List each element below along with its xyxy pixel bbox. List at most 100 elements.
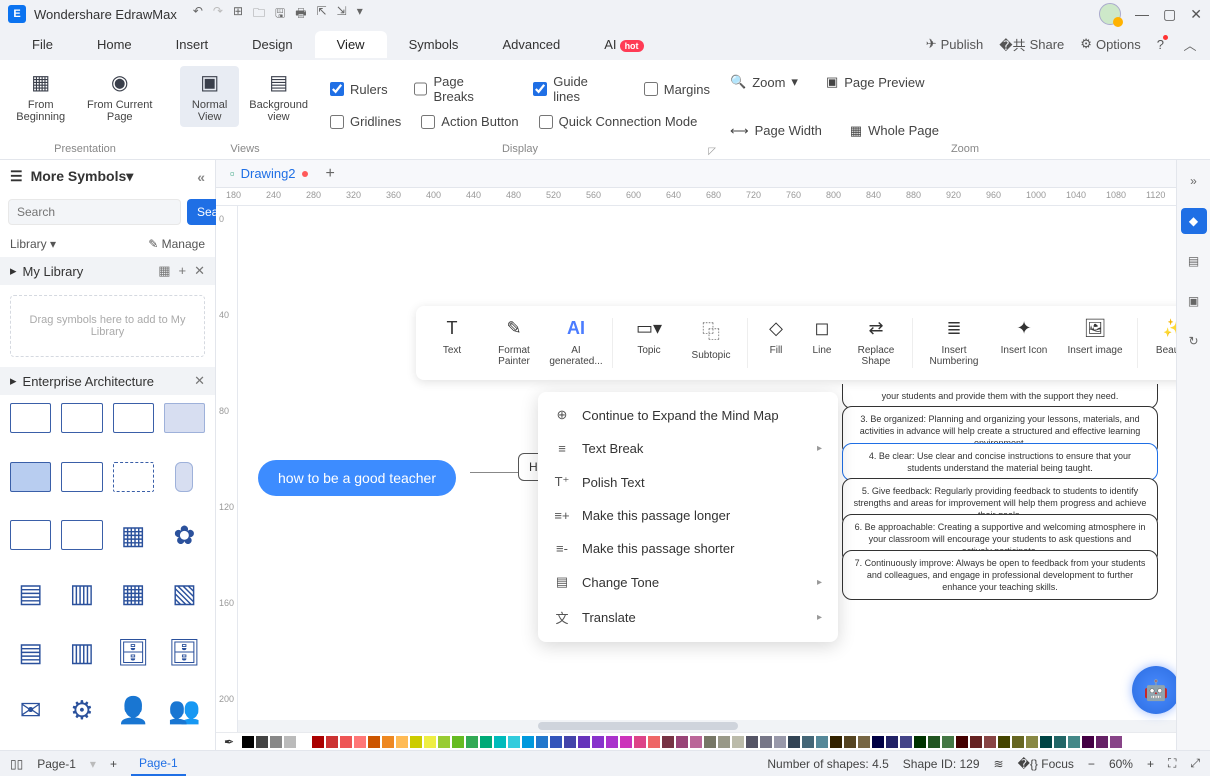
color-swatch[interactable] xyxy=(998,736,1010,748)
color-swatch[interactable] xyxy=(704,736,716,748)
ea-close-icon[interactable]: ✕ xyxy=(194,373,205,389)
color-swatch[interactable] xyxy=(284,736,296,748)
color-swatch[interactable] xyxy=(368,736,380,748)
color-swatch[interactable] xyxy=(774,736,786,748)
user-avatar[interactable] xyxy=(1099,3,1121,25)
ctx-shorter[interactable]: ≡-Make this passage shorter xyxy=(538,532,838,565)
shape-item[interactable]: ⚙ xyxy=(61,696,102,726)
mylib-grid-icon[interactable]: ▦ xyxy=(158,263,170,279)
color-swatch[interactable] xyxy=(760,736,772,748)
shape-item[interactable] xyxy=(175,462,193,492)
ctx-text-break[interactable]: ≡Text Break▸ xyxy=(538,432,838,465)
color-swatch[interactable] xyxy=(438,736,450,748)
minimize-icon[interactable]: — xyxy=(1135,6,1149,22)
mylib-add-icon[interactable]: + xyxy=(179,263,187,279)
library-dropdown[interactable]: Library ▾ xyxy=(10,237,56,251)
shape-item[interactable] xyxy=(113,462,154,492)
color-swatch[interactable] xyxy=(564,736,576,748)
color-swatch[interactable] xyxy=(858,736,870,748)
from-beginning-button[interactable]: ▦From Beginning xyxy=(10,66,71,127)
focus-button[interactable]: �{} Focus xyxy=(1018,757,1074,771)
search-input[interactable] xyxy=(8,199,181,225)
share-button[interactable]: �共 Share xyxy=(999,35,1064,54)
manage-button[interactable]: ✎ Manage xyxy=(148,237,205,251)
color-swatch[interactable] xyxy=(886,736,898,748)
shape-item[interactable] xyxy=(10,462,51,492)
color-swatch[interactable] xyxy=(1082,736,1094,748)
color-swatch[interactable] xyxy=(396,736,408,748)
color-swatch[interactable] xyxy=(298,736,310,748)
more-symbols-label[interactable]: More Symbols▾ xyxy=(31,168,134,185)
color-swatch[interactable] xyxy=(872,736,884,748)
menu-design[interactable]: Design xyxy=(230,31,314,58)
quickconn-check[interactable]: Quick Connection Mode xyxy=(539,114,698,129)
color-swatch[interactable] xyxy=(1096,736,1108,748)
new-icon[interactable]: ⊞ xyxy=(233,4,243,25)
color-swatch[interactable] xyxy=(620,736,632,748)
color-swatch[interactable] xyxy=(410,736,422,748)
color-swatch[interactable] xyxy=(312,736,324,748)
actionbutton-check[interactable]: Action Button xyxy=(421,114,518,129)
color-swatch[interactable] xyxy=(928,736,940,748)
zoom-in-icon[interactable]: + xyxy=(1147,757,1154,771)
color-swatch[interactable] xyxy=(606,736,618,748)
color-swatch[interactable] xyxy=(326,736,338,748)
shape-item[interactable]: ✉ xyxy=(10,696,51,726)
shape-item[interactable] xyxy=(113,403,154,433)
canvas[interactable]: how to be a good teacher He your student… xyxy=(238,206,1176,732)
hamburger-icon[interactable]: ☰ xyxy=(10,168,23,185)
ctx-expand[interactable]: ⊕Continue to Expand the Mind Map xyxy=(538,398,838,432)
ft-subtopic[interactable]: ⿻Subtopic xyxy=(681,314,741,365)
page-preview-button[interactable]: ▣ Page Preview xyxy=(826,74,925,90)
color-swatch[interactable] xyxy=(466,736,478,748)
whole-page-button[interactable]: ▦ Whole Page xyxy=(850,123,939,139)
color-swatch[interactable] xyxy=(480,736,492,748)
mylib-close-icon[interactable]: ✕ xyxy=(194,263,205,279)
ea-accordion[interactable]: ▸ Enterprise Architecture✕ xyxy=(0,367,215,395)
ft-fill[interactable]: ◇Fill xyxy=(754,314,798,360)
color-swatch[interactable] xyxy=(942,736,954,748)
color-swatch[interactable] xyxy=(844,736,856,748)
ft-replace-shape[interactable]: ⇄Replace Shape xyxy=(846,314,906,371)
ft-insert-image[interactable]: 🖼Insert image xyxy=(1059,314,1131,360)
add-tab-icon[interactable]: + xyxy=(326,165,335,183)
rail-expand-icon[interactable]: » xyxy=(1181,168,1207,194)
color-swatch[interactable] xyxy=(914,736,926,748)
color-swatch[interactable] xyxy=(1054,736,1066,748)
gridlines-check[interactable]: Gridlines xyxy=(330,114,401,129)
print-icon[interactable]: 🖶 xyxy=(295,4,306,25)
color-swatch[interactable] xyxy=(984,736,996,748)
color-swatch[interactable] xyxy=(970,736,982,748)
color-swatch[interactable] xyxy=(270,736,282,748)
document-tab[interactable]: ▫Drawing2 xyxy=(222,162,316,185)
collapse-ribbon-icon[interactable]: ︿ xyxy=(1180,34,1200,54)
shape-item[interactable]: ▥ xyxy=(61,579,102,609)
color-swatch[interactable] xyxy=(956,736,968,748)
shape-item[interactable]: ✿ xyxy=(164,520,205,550)
shape-item[interactable] xyxy=(10,403,51,433)
ft-text[interactable]: TText xyxy=(422,314,482,360)
margins-check[interactable]: Margins xyxy=(644,74,710,104)
menu-symbols[interactable]: Symbols xyxy=(387,31,481,58)
ai-assistant-fab[interactable]: 🤖 xyxy=(1132,666,1176,714)
color-swatch[interactable] xyxy=(508,736,520,748)
ctx-longer[interactable]: ≡+Make this passage longer xyxy=(538,499,838,532)
shape-item[interactable]: ▤ xyxy=(10,579,51,609)
color-swatch[interactable] xyxy=(676,736,688,748)
collapse-panel-icon[interactable]: « xyxy=(197,169,205,185)
color-swatch[interactable] xyxy=(522,736,534,748)
color-swatch[interactable] xyxy=(1026,736,1038,748)
shape-item[interactable] xyxy=(61,462,102,492)
color-swatch[interactable] xyxy=(830,736,842,748)
color-swatch[interactable] xyxy=(900,736,912,748)
pages-icon[interactable]: ▯▯ xyxy=(10,757,23,771)
ft-ai[interactable]: AIAI generated... xyxy=(546,314,606,371)
shape-item[interactable] xyxy=(61,403,102,433)
ctx-polish[interactable]: T⁺Polish Text xyxy=(538,465,838,499)
rail-style-icon[interactable]: ◆ xyxy=(1181,208,1207,234)
drop-area[interactable]: Drag symbols here to add to My Library xyxy=(10,295,205,357)
rail-page-icon[interactable]: ▤ xyxy=(1181,248,1207,274)
shape-item[interactable]: ▦ xyxy=(113,520,154,550)
shape-item[interactable] xyxy=(164,403,205,433)
mylib-accordion[interactable]: ▸ My Library▦+✕ xyxy=(0,257,215,285)
